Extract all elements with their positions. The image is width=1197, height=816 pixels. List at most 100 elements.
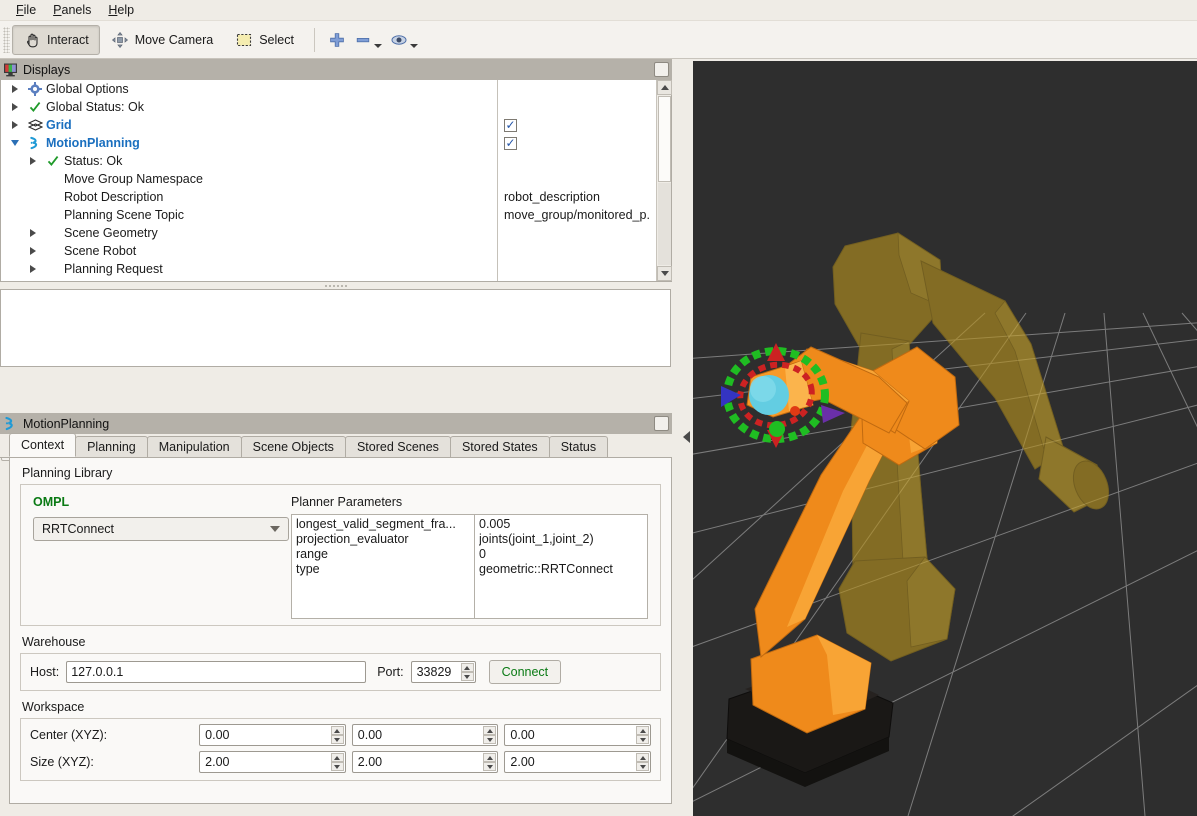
- select-tool-button[interactable]: Select: [224, 25, 305, 55]
- dock-collapse-handle[interactable]: [681, 429, 691, 445]
- display-tree-item[interactable]: Robot Description: [1, 188, 497, 206]
- expand-arrow-right-icon[interactable]: [5, 103, 25, 111]
- center-x-spin-up[interactable]: [330, 726, 344, 735]
- planner-parameter-value[interactable]: joints(joint_1,joint_2): [479, 532, 643, 547]
- tab-scene-objects[interactable]: Scene Objects: [240, 436, 346, 457]
- expand-arrow-right-icon[interactable]: [23, 265, 43, 273]
- display-enabled-checkbox[interactable]: ✓: [504, 136, 517, 150]
- display-tree-value-cell[interactable]: ✓: [498, 116, 656, 134]
- display-tree-item[interactable]: Scene Robot: [1, 242, 497, 260]
- expand-arrow-right-icon[interactable]: [5, 121, 25, 129]
- tab-planning[interactable]: Planning: [75, 436, 148, 457]
- scrollbar-track[interactable]: [658, 183, 671, 265]
- display-tree-item[interactable]: Planning Request: [1, 260, 497, 278]
- display-tree-value-cell[interactable]: ✓: [498, 134, 656, 152]
- scrollbar-thumb[interactable]: [658, 96, 671, 182]
- menu-help[interactable]: Help: [100, 1, 143, 19]
- motion-planning-float-button[interactable]: [654, 416, 669, 431]
- displays-tree-scrollbar[interactable]: [656, 80, 672, 281]
- center-x-spin-down[interactable]: [330, 735, 344, 744]
- scroll-down-button[interactable]: [657, 266, 672, 281]
- tab-context[interactable]: Context: [9, 433, 77, 457]
- move-camera-tool-button[interactable]: Move Camera: [100, 25, 225, 55]
- size-y-spin-down[interactable]: [483, 762, 497, 771]
- display-tree-value-cell[interactable]: [498, 224, 656, 242]
- display-tree-value-cell[interactable]: [498, 152, 656, 170]
- displays-splitter[interactable]: [0, 282, 671, 289]
- tab-stored-states[interactable]: Stored States: [449, 436, 550, 457]
- size-z-spin-up[interactable]: [636, 753, 649, 762]
- workspace-group: Center (XYZ): 0.00 0.00 0.00 Size (XYZ):…: [20, 718, 661, 781]
- display-tree-value-cell[interactable]: move_group/monitored_p.: [498, 206, 656, 224]
- tab-stored-scenes[interactable]: Stored Scenes: [344, 436, 451, 457]
- planner-parameters-table[interactable]: longest_valid_segment_fra... projection_e…: [291, 514, 648, 619]
- triangle-down-icon: [486, 764, 493, 769]
- measure-dropdown-caret[interactable]: [373, 43, 382, 48]
- display-tree-item[interactable]: Status: Ok: [1, 152, 497, 170]
- center-y-spin-down[interactable]: [483, 735, 497, 744]
- planner-select[interactable]: RRTConnect: [33, 517, 289, 541]
- planner-parameter-value[interactable]: 0.005: [479, 517, 643, 532]
- connect-button[interactable]: Connect: [488, 660, 562, 684]
- center-z-input[interactable]: 0.00: [504, 724, 651, 746]
- port-spin-down[interactable]: [460, 672, 474, 681]
- tab-manipulation[interactable]: Manipulation: [146, 436, 242, 457]
- displays-float-button[interactable]: [654, 62, 669, 77]
- measure-button[interactable]: [350, 25, 386, 55]
- menu-panels[interactable]: Panels: [45, 1, 100, 19]
- display-tree-item[interactable]: Move Group Namespace: [1, 170, 497, 188]
- size-x-spin-down[interactable]: [330, 762, 344, 771]
- tab-status[interactable]: Status: [548, 436, 609, 457]
- display-tree-value-cell[interactable]: [498, 242, 656, 260]
- size-y-spin-up[interactable]: [483, 753, 497, 762]
- interact-tool-button[interactable]: Interact: [12, 24, 100, 55]
- display-enabled-checkbox[interactable]: ✓: [504, 118, 517, 132]
- visibility-dropdown-caret[interactable]: [409, 43, 418, 48]
- display-tree-item[interactable]: Global Status: Ok: [1, 98, 497, 116]
- toolbar-grip[interactable]: [3, 26, 10, 53]
- display-tree-value-cell[interactable]: [498, 80, 656, 98]
- size-y-input[interactable]: 2.00: [351, 751, 499, 773]
- port-spin-up[interactable]: [460, 663, 474, 672]
- expand-arrow-right-icon[interactable]: [5, 85, 25, 93]
- planner-parameter-value[interactable]: 0: [479, 547, 643, 562]
- center-z-spin-down[interactable]: [636, 735, 649, 744]
- scroll-up-button[interactable]: [657, 80, 672, 95]
- 3d-render-view[interactable]: [693, 61, 1197, 816]
- expand-arrow-right-icon[interactable]: [23, 157, 43, 165]
- center-z-spin-up[interactable]: [636, 726, 649, 735]
- center-y-input[interactable]: 0.00: [351, 724, 499, 746]
- planning-library-section-label: Planning Library: [22, 466, 113, 480]
- port-input[interactable]: 33829: [410, 661, 476, 683]
- display-tree-item[interactable]: Grid: [1, 116, 497, 134]
- warehouse-group: Host: 127.0.0.1 Port: 33829 Connect: [20, 653, 661, 691]
- planner-parameter-value[interactable]: geometric::RRTConnect: [479, 562, 643, 577]
- display-tree-value-cell[interactable]: robot_description: [498, 188, 656, 206]
- expand-arrow-right-icon[interactable]: [23, 247, 43, 255]
- display-tree-item-label: Robot Description: [64, 190, 164, 204]
- size-z-input[interactable]: 2.00: [504, 751, 651, 773]
- expand-arrow-right-icon[interactable]: [23, 229, 43, 237]
- center-x-input[interactable]: 0.00: [199, 724, 346, 746]
- size-x-input[interactable]: 2.00: [199, 751, 346, 773]
- size-x-spin-up[interactable]: [330, 753, 344, 762]
- move-camera-icon: [111, 31, 129, 49]
- motion-planning-tabs: Context Planning Manipulation Scene Objects…: [0, 433, 672, 458]
- expand-arrow-down-icon[interactable]: [5, 140, 25, 146]
- size-z-spin-down[interactable]: [636, 762, 649, 771]
- displays-panel-title: Displays: [0, 59, 672, 80]
- display-tree-item[interactable]: Global Options: [1, 80, 497, 98]
- display-tree-item[interactable]: Planning Scene Topic: [1, 206, 497, 224]
- focus-camera-button[interactable]: [324, 25, 350, 55]
- menu-file[interactable]: File: [8, 1, 45, 19]
- display-tree-value-cell[interactable]: [498, 170, 656, 188]
- center-y-spin-up[interactable]: [483, 726, 497, 735]
- display-tree-item[interactable]: MotionPlanning: [1, 134, 497, 152]
- planner-parameters-label: Planner Parameters: [291, 495, 403, 509]
- visibility-button[interactable]: [386, 25, 422, 55]
- display-tree-value-cell[interactable]: [498, 260, 656, 278]
- display-tree-item[interactable]: Scene Geometry: [1, 224, 497, 242]
- host-input[interactable]: 127.0.0.1: [66, 661, 367, 683]
- display-tree-item-label: Grid: [46, 118, 72, 132]
- display-tree-value-cell[interactable]: [498, 98, 656, 116]
